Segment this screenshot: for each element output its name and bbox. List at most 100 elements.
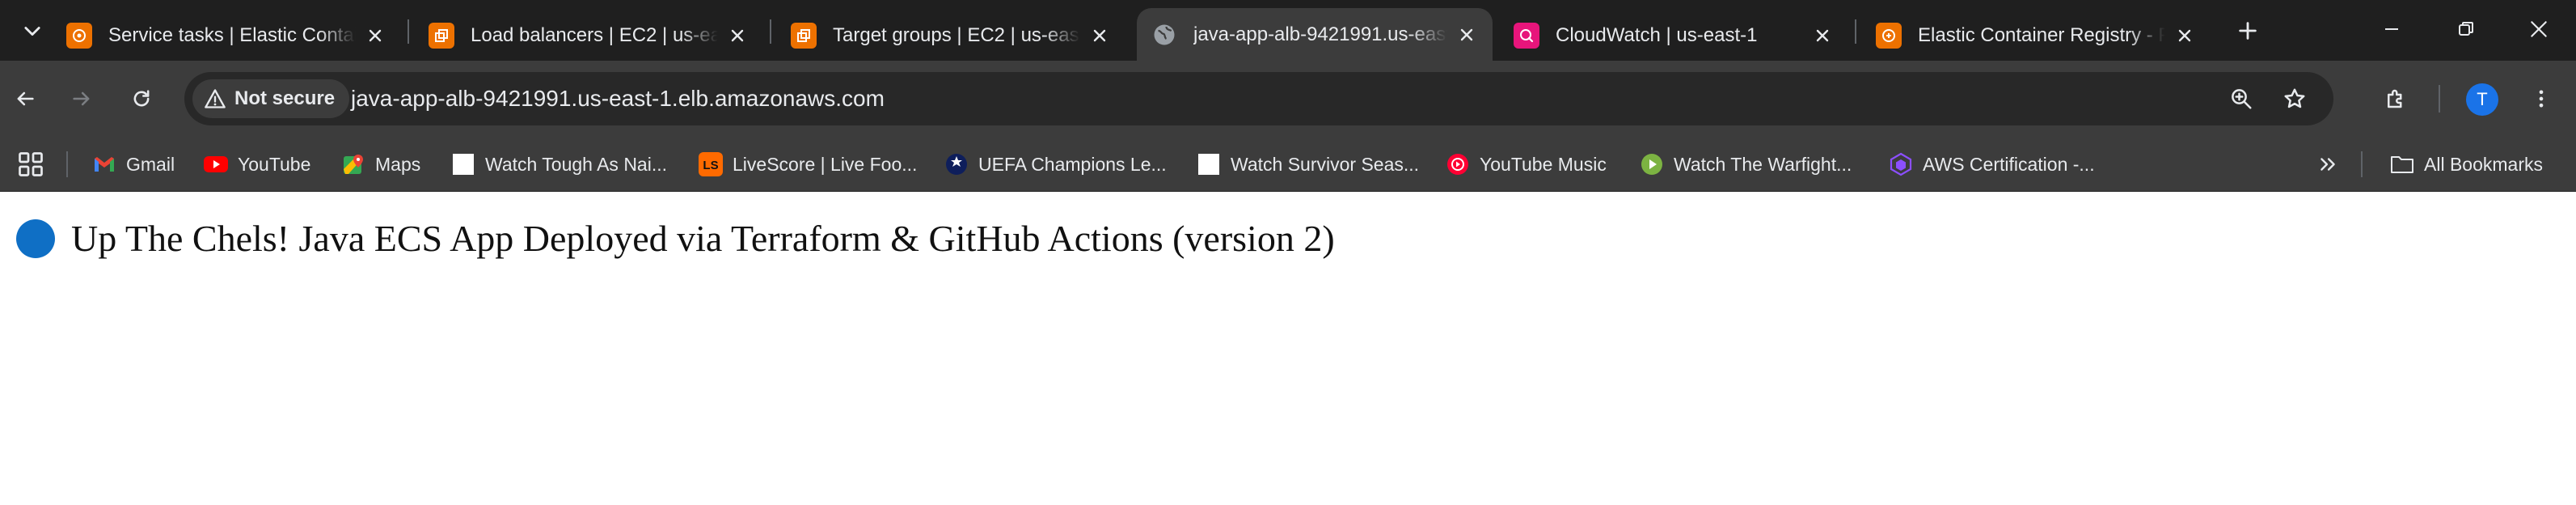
gmail-icon xyxy=(92,152,116,176)
bookmark-survivor[interactable]: Watch Survivor Seas... xyxy=(1192,146,1424,182)
tab-cloudwatch[interactable]: CloudWatch | us-east-1 xyxy=(1499,10,1848,61)
tab-title: Service tasks | Elastic Container Servic… xyxy=(108,23,356,46)
bookmark-label: AWS Certification -... xyxy=(1923,153,2095,175)
play-circle-icon xyxy=(1640,152,1664,176)
globe-icon xyxy=(1151,22,1177,48)
bookmarks-separator xyxy=(2361,151,2363,177)
tab-separator xyxy=(1855,19,1856,44)
more-bookmarks-button[interactable] xyxy=(2312,146,2343,182)
tab-service-tasks[interactable]: Service tasks | Elastic Container Servic… xyxy=(52,10,401,61)
kebab-menu-icon xyxy=(2539,90,2544,108)
forward-button[interactable] xyxy=(60,77,103,121)
livescore-icon: LS xyxy=(699,152,723,176)
address-bar[interactable]: Not secure java-app-alb-9421991.us-east-… xyxy=(184,72,2333,125)
blank-page-icon xyxy=(451,152,475,176)
arrow-left-icon xyxy=(17,91,34,106)
close-tab-icon[interactable] xyxy=(724,23,750,49)
bookmark-label: LiveScore | Live Foo... xyxy=(733,153,918,175)
aws-ec2-icon xyxy=(791,22,817,49)
double-chevron-right-icon xyxy=(2321,158,2335,171)
close-window-button[interactable] xyxy=(2502,5,2576,53)
bookmark-label: YouTube Music xyxy=(1480,153,1607,175)
tab-title: Elastic Container Registry - Private rep… xyxy=(1918,23,2165,46)
close-tab-icon[interactable] xyxy=(1454,22,1480,48)
bookmark-livescore[interactable]: LS LiveScore | Live Foo... xyxy=(694,146,922,182)
minimize-icon xyxy=(2385,28,2398,30)
bookmark-label: Watch Survivor Seas... xyxy=(1231,153,1420,175)
blank-page-icon xyxy=(1197,152,1221,176)
bookmark-uefa-champions-league[interactable]: UEFA Champions Le... xyxy=(940,146,1172,182)
tab-title: CloudWatch | us-east-1 xyxy=(1556,23,1758,46)
close-tab-icon[interactable] xyxy=(2172,23,2198,49)
aws-ecr-icon xyxy=(1876,22,1902,49)
bookmark-label: Maps xyxy=(375,153,421,175)
bookmark-maps[interactable]: Maps xyxy=(336,146,425,182)
aws-ecs-icon xyxy=(66,22,92,49)
bookmark-label: Watch The Warfight... xyxy=(1674,153,1852,175)
puzzle-icon xyxy=(2388,89,2402,108)
tab-search-button[interactable] xyxy=(13,11,52,50)
close-tab-icon[interactable] xyxy=(1087,23,1113,49)
tab-target-groups[interactable]: Target groups | EC2 | us-east-1 xyxy=(776,10,1125,61)
page-headline: Up The Chels! Java ECS App Deployed via … xyxy=(71,218,1335,259)
youtube-icon xyxy=(204,152,228,176)
plus-icon xyxy=(2239,22,2257,40)
tab-title: Load balancers | EC2 | us-east-1 xyxy=(471,23,718,46)
browser-toolbar: Not secure java-app-alb-9421991.us-east-… xyxy=(0,61,2576,137)
blue-circle-icon xyxy=(16,219,55,258)
close-icon xyxy=(2531,21,2547,37)
bookmark-label: Gmail xyxy=(126,153,175,175)
profile-avatar[interactable]: T xyxy=(2466,83,2498,116)
bookmark-youtube-music[interactable]: YouTube Music xyxy=(1441,146,1611,182)
apps-grid-icon[interactable] xyxy=(16,150,45,179)
new-tab-button[interactable] xyxy=(2228,11,2267,50)
tab-title: java-app-alb-9421991.us-east-1.elb.amazo… xyxy=(1193,23,1447,45)
restore-icon xyxy=(2459,22,2473,36)
maps-icon xyxy=(341,152,365,176)
svg-text:LS: LS xyxy=(703,159,718,172)
site-security-chip[interactable]: Not secure xyxy=(192,79,350,118)
restore-button[interactable] xyxy=(2429,5,2503,53)
aws-cloudwatch-icon xyxy=(1514,22,1539,49)
tab-load-balancers[interactable]: Load balancers | EC2 | us-east-1 xyxy=(414,10,763,61)
close-tab-icon[interactable] xyxy=(1810,23,1835,49)
youtube-music-icon xyxy=(1446,152,1470,176)
bookmark-label: Watch Tough As Nai... xyxy=(485,153,668,175)
security-label: Not secure xyxy=(234,87,336,109)
close-tab-icon[interactable] xyxy=(362,23,388,49)
bookmark-label: UEFA Champions Le... xyxy=(978,153,1167,175)
champions-league-icon xyxy=(944,152,969,176)
page-content: Up The Chels! Java ECS App Deployed via … xyxy=(0,192,2576,505)
minimize-button[interactable] xyxy=(2354,5,2429,53)
bookmark-aws-certification[interactable]: AWS Certification -... xyxy=(1884,146,2100,182)
warning-triangle-icon xyxy=(205,89,226,108)
all-bookmarks-button[interactable]: All Bookmarks xyxy=(2385,146,2548,182)
bookmark-youtube[interactable]: YouTube xyxy=(199,146,315,182)
bookmark-label: YouTube xyxy=(238,153,311,175)
back-button[interactable] xyxy=(3,77,47,121)
tab-java-app-alb[interactable]: java-app-alb-9421991.us-east-1.elb.amazo… xyxy=(1137,8,1493,61)
reload-button[interactable] xyxy=(120,77,163,121)
star-icon xyxy=(2284,88,2305,108)
chevron-down-icon xyxy=(24,27,40,36)
arrow-right-icon xyxy=(73,91,90,106)
aws-ec2-icon xyxy=(429,22,454,49)
all-bookmarks-label: All Bookmarks xyxy=(2424,153,2543,175)
extensions-button[interactable] xyxy=(2374,77,2418,121)
browser-menu-button[interactable] xyxy=(2519,77,2563,121)
zoom-icon xyxy=(2232,89,2252,109)
bookmark-tough-as-nails[interactable]: Watch Tough As Nai... xyxy=(446,146,672,182)
zoom-button[interactable] xyxy=(2222,79,2261,118)
bookmark-gmail[interactable]: Gmail xyxy=(87,146,179,182)
toolbar-separator xyxy=(2439,85,2440,112)
bookmarks-bar: Gmail YouTube Maps Watch Tough As Nai...… xyxy=(0,137,2576,192)
bookmark-the-warfighter[interactable]: Watch The Warfight... xyxy=(1635,146,1856,182)
reload-icon xyxy=(133,90,150,107)
url-text[interactable]: java-app-alb-9421991.us-east-1.elb.amazo… xyxy=(351,72,885,125)
aws-certification-icon xyxy=(1889,152,1913,176)
tab-separator xyxy=(408,19,409,44)
bookmark-star-button[interactable] xyxy=(2275,79,2314,118)
tab-ecr[interactable]: Elastic Container Registry - Private rep… xyxy=(1861,10,2211,61)
tab-title: Target groups | EC2 | us-east-1 xyxy=(833,23,1080,46)
tab-strip: Service tasks | Elastic Container Servic… xyxy=(0,0,2576,61)
